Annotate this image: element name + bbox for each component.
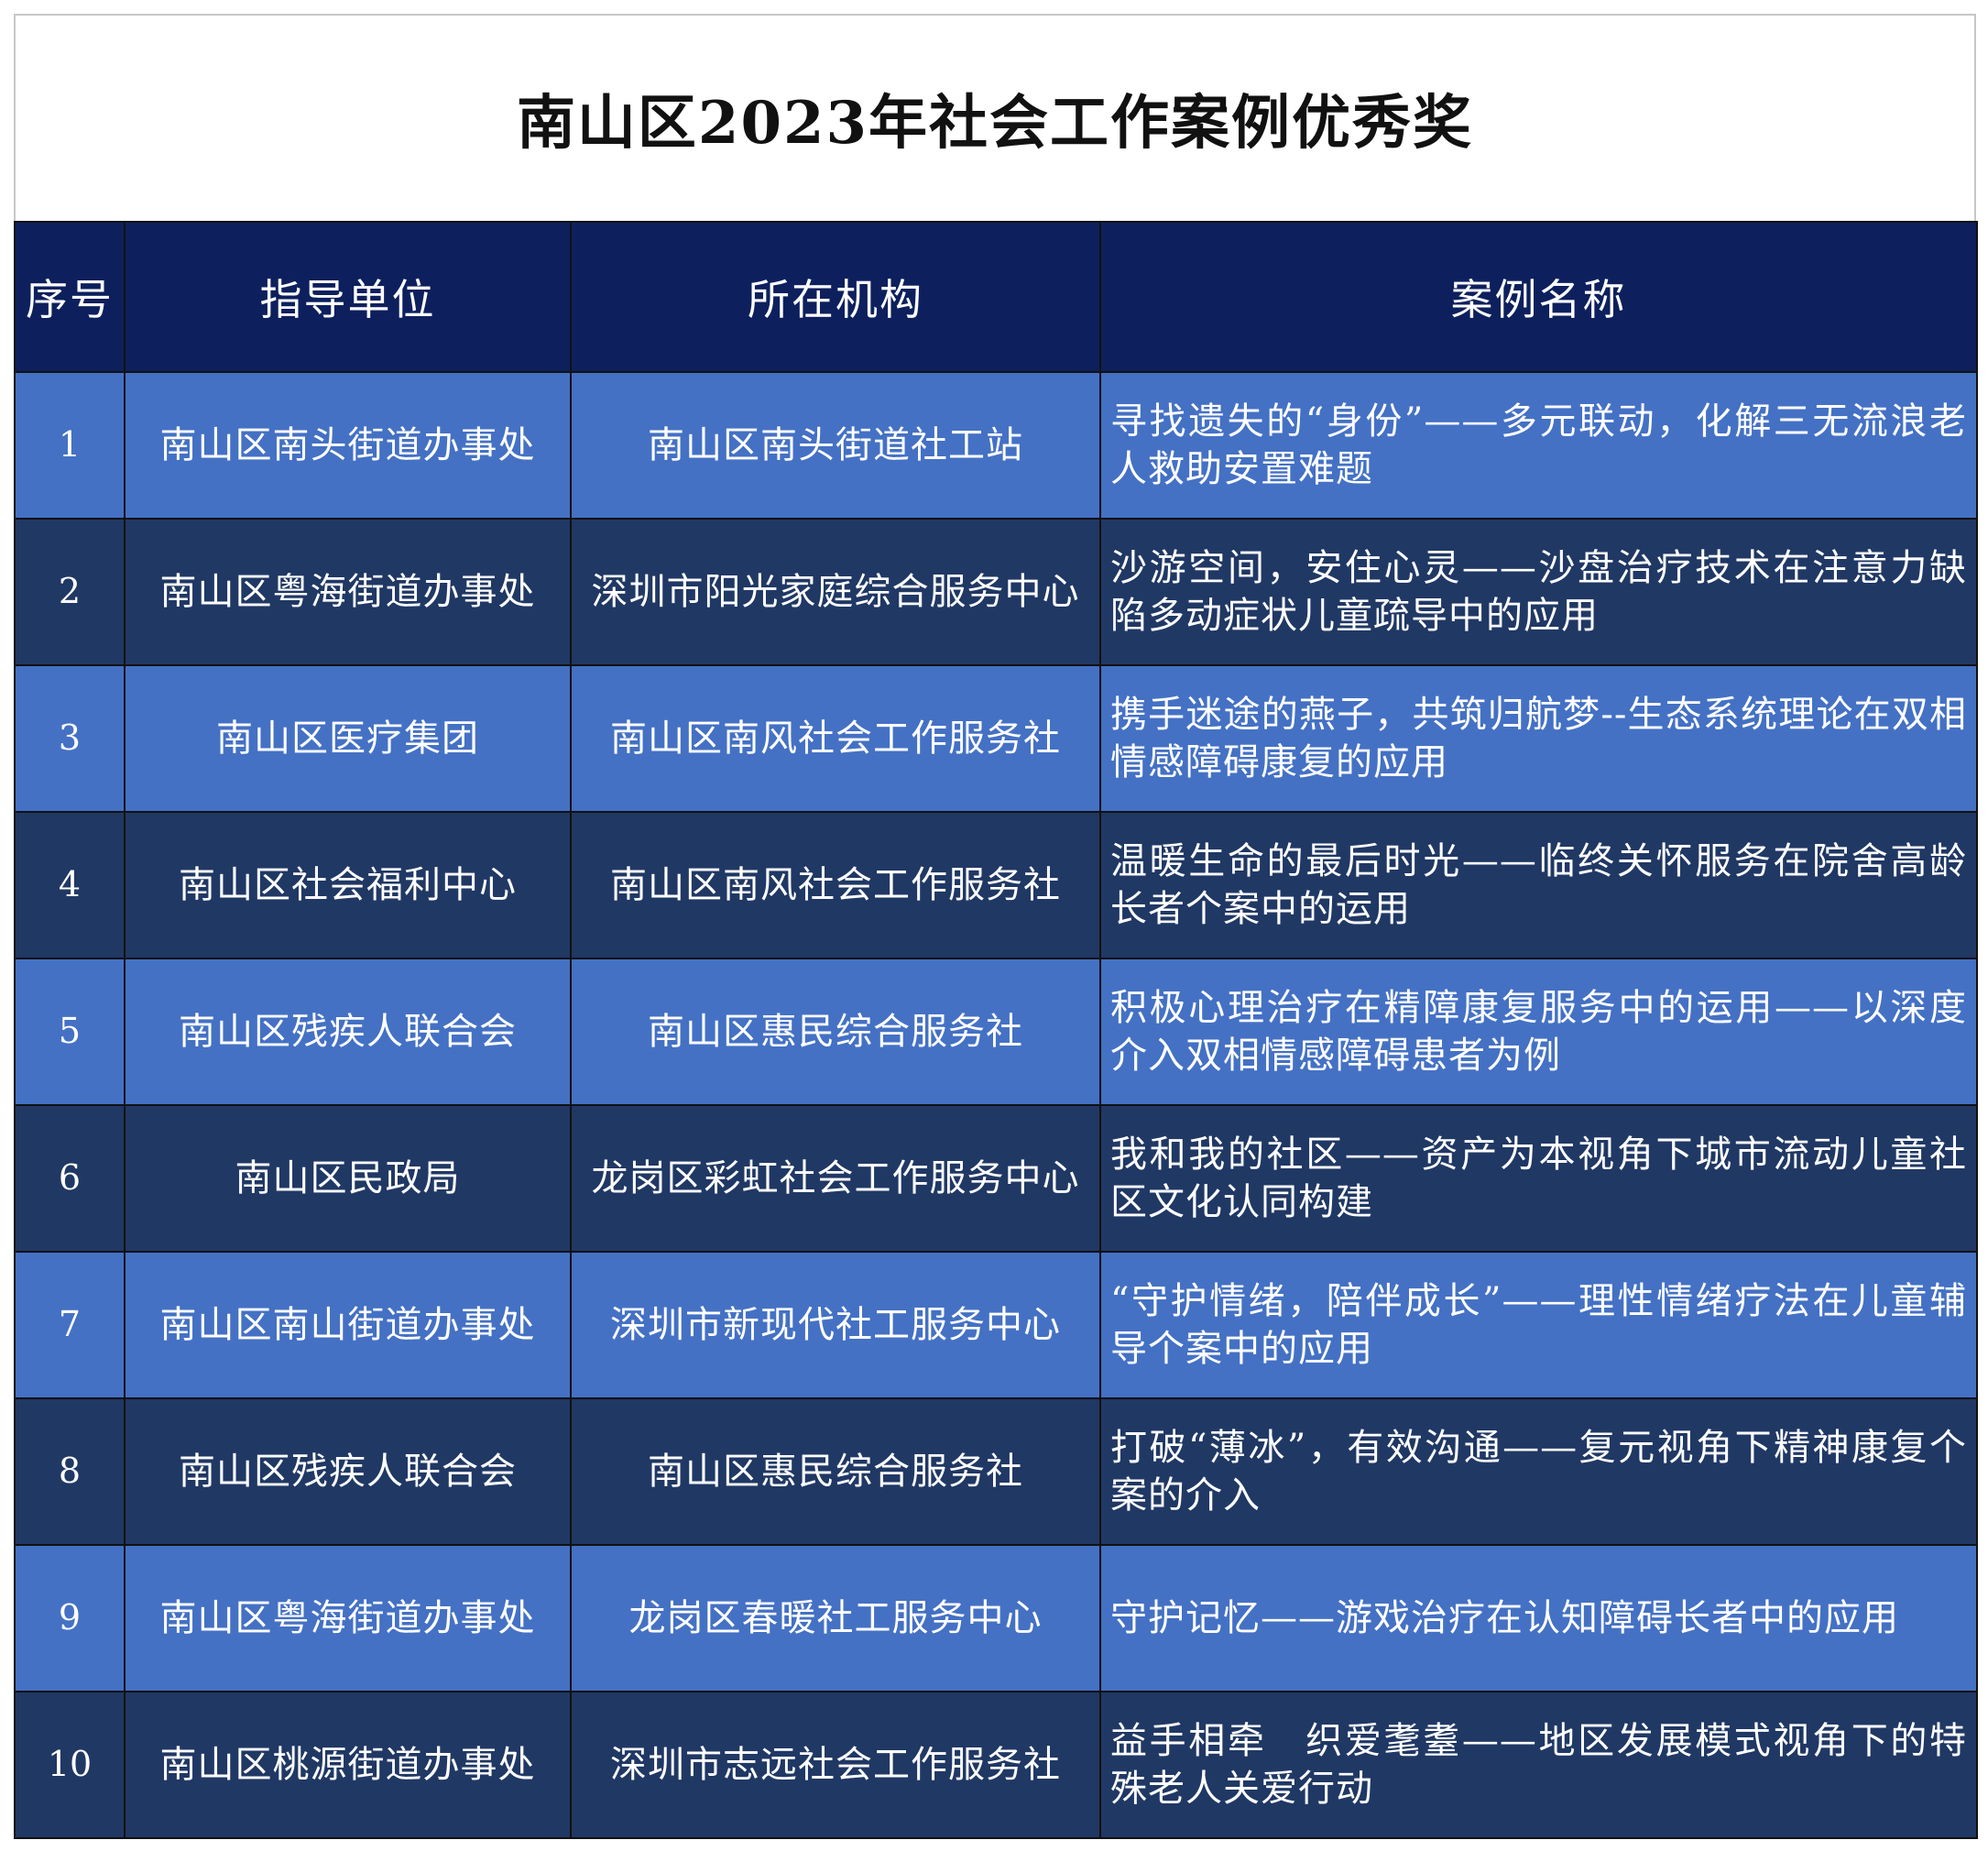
organization-cell: 南山区惠民综合服务社 — [570, 958, 1101, 1106]
column-header-organization: 所在机构 — [570, 221, 1101, 373]
header-row: 序号 指导单位 所在机构 案例名称 — [14, 221, 1978, 373]
case-name-cell: 寻找遗失的“身份”——多元联动，化解三无流浪老人救助安置难题 — [1099, 371, 1978, 520]
table-row: 8 南山区残疾人联合会 南山区惠民综合服务社 打破“薄冰”，有效沟通——复元视角… — [14, 1397, 1978, 1546]
title-box: 南山区2023年社会工作案例优秀奖 — [14, 14, 1976, 221]
case-name-cell: 积极心理治疗在精障康复服务中的运用——以深度介入双相情感障碍患者为例 — [1099, 958, 1978, 1106]
case-name-cell: 沙游空间，安住心灵——沙盘治疗技术在注意力缺陷多动症状儿童疏导中的应用 — [1099, 518, 1978, 666]
guiding-unit-cell: 南山区粤海街道办事处 — [124, 518, 572, 666]
row-number: 10 — [14, 1691, 126, 1839]
row-number: 8 — [14, 1397, 126, 1546]
organization-cell: 南山区南风社会工作服务社 — [570, 811, 1101, 959]
guiding-unit-cell: 南山区桃源街道办事处 — [124, 1691, 572, 1839]
case-name-cell: 守护记忆——游戏治疗在认知障碍长者中的应用 — [1099, 1544, 1978, 1692]
organization-cell: 龙岗区春暖社工服务中心 — [570, 1544, 1101, 1692]
row-number: 5 — [14, 958, 126, 1106]
table-row: 9 南山区粤海街道办事处 龙岗区春暖社工服务中心 守护记忆——游戏治疗在认知障碍… — [14, 1544, 1978, 1692]
row-number: 2 — [14, 518, 126, 666]
case-name-cell: 我和我的社区——资产为本视角下城市流动儿童社区文化认同构建 — [1099, 1104, 1978, 1253]
case-name-cell: 打破“薄冰”，有效沟通——复元视角下精神康复个案的介入 — [1099, 1397, 1978, 1546]
table-row: 6 南山区民政局 龙岗区彩虹社会工作服务中心 我和我的社区——资产为本视角下城市… — [14, 1104, 1978, 1253]
guiding-unit-cell: 南山区粤海街道办事处 — [124, 1544, 572, 1692]
row-number: 3 — [14, 664, 126, 813]
table-row: 4 南山区社会福利中心 南山区南风社会工作服务社 温暖生命的最后时光——临终关怀… — [14, 811, 1978, 959]
table-row: 5 南山区残疾人联合会 南山区惠民综合服务社 积极心理治疗在精障康复服务中的运用… — [14, 958, 1978, 1106]
case-name-cell: 温暖生命的最后时光——临终关怀服务在院舍高龄长者个案中的运用 — [1099, 811, 1978, 959]
award-sheet: 南山区2023年社会工作案例优秀奖 序号 指导单位 所在机构 案例名称 1 南山… — [14, 14, 1978, 1839]
table-row: 2 南山区粤海街道办事处 深圳市阳光家庭综合服务中心 沙游空间，安住心灵——沙盘… — [14, 518, 1978, 666]
table-row: 3 南山区医疗集团 南山区南风社会工作服务社 携手迷途的燕子，共筑归航梦--生态… — [14, 664, 1978, 813]
guiding-unit-cell: 南山区残疾人联合会 — [124, 958, 572, 1106]
organization-cell: 深圳市新现代社工服务中心 — [570, 1251, 1101, 1399]
table-row: 7 南山区南山街道办事处 深圳市新现代社工服务中心 “守护情绪，陪伴成长”——理… — [14, 1251, 1978, 1399]
guiding-unit-cell: 南山区社会福利中心 — [124, 811, 572, 959]
row-number: 1 — [14, 371, 126, 520]
guiding-unit-cell: 南山区南山街道办事处 — [124, 1251, 572, 1399]
table-row: 1 南山区南头街道办事处 南山区南头街道社工站 寻找遗失的“身份”——多元联动，… — [14, 371, 1978, 520]
organization-cell: 深圳市志远社会工作服务社 — [570, 1691, 1101, 1839]
guiding-unit-cell: 南山区民政局 — [124, 1104, 572, 1253]
row-number: 7 — [14, 1251, 126, 1399]
case-name-cell: 携手迷途的燕子，共筑归航梦--生态系统理论在双相情感障碍康复的应用 — [1099, 664, 1978, 813]
row-number: 9 — [14, 1544, 126, 1692]
row-number: 4 — [14, 811, 126, 959]
organization-cell: 南山区南头街道社工站 — [570, 371, 1101, 520]
page-title: 南山区2023年社会工作案例优秀奖 — [516, 89, 1474, 158]
case-name-cell: 益手相牵 织爱耄耋——地区发展模式视角下的特殊老人关爱行动 — [1099, 1691, 1978, 1839]
guiding-unit-cell: 南山区医疗集团 — [124, 664, 572, 813]
organization-cell: 龙岗区彩虹社会工作服务中心 — [570, 1104, 1101, 1253]
guiding-unit-cell: 南山区南头街道办事处 — [124, 371, 572, 520]
awards-table: 序号 指导单位 所在机构 案例名称 1 南山区南头街道办事处 南山区南头街道社工… — [14, 221, 1978, 1839]
row-number: 6 — [14, 1104, 126, 1253]
column-header-guiding-unit: 指导单位 — [124, 221, 572, 373]
case-name-cell: “守护情绪，陪伴成长”——理性情绪疗法在儿童辅导个案中的应用 — [1099, 1251, 1978, 1399]
organization-cell: 南山区南风社会工作服务社 — [570, 664, 1101, 813]
column-header-case-name: 案例名称 — [1099, 221, 1978, 373]
guiding-unit-cell: 南山区残疾人联合会 — [124, 1397, 572, 1546]
column-header-number: 序号 — [14, 221, 126, 373]
table-row: 10 南山区桃源街道办事处 深圳市志远社会工作服务社 益手相牵 织爱耄耋——地区… — [14, 1691, 1978, 1839]
organization-cell: 南山区惠民综合服务社 — [570, 1397, 1101, 1546]
organization-cell: 深圳市阳光家庭综合服务中心 — [570, 518, 1101, 666]
